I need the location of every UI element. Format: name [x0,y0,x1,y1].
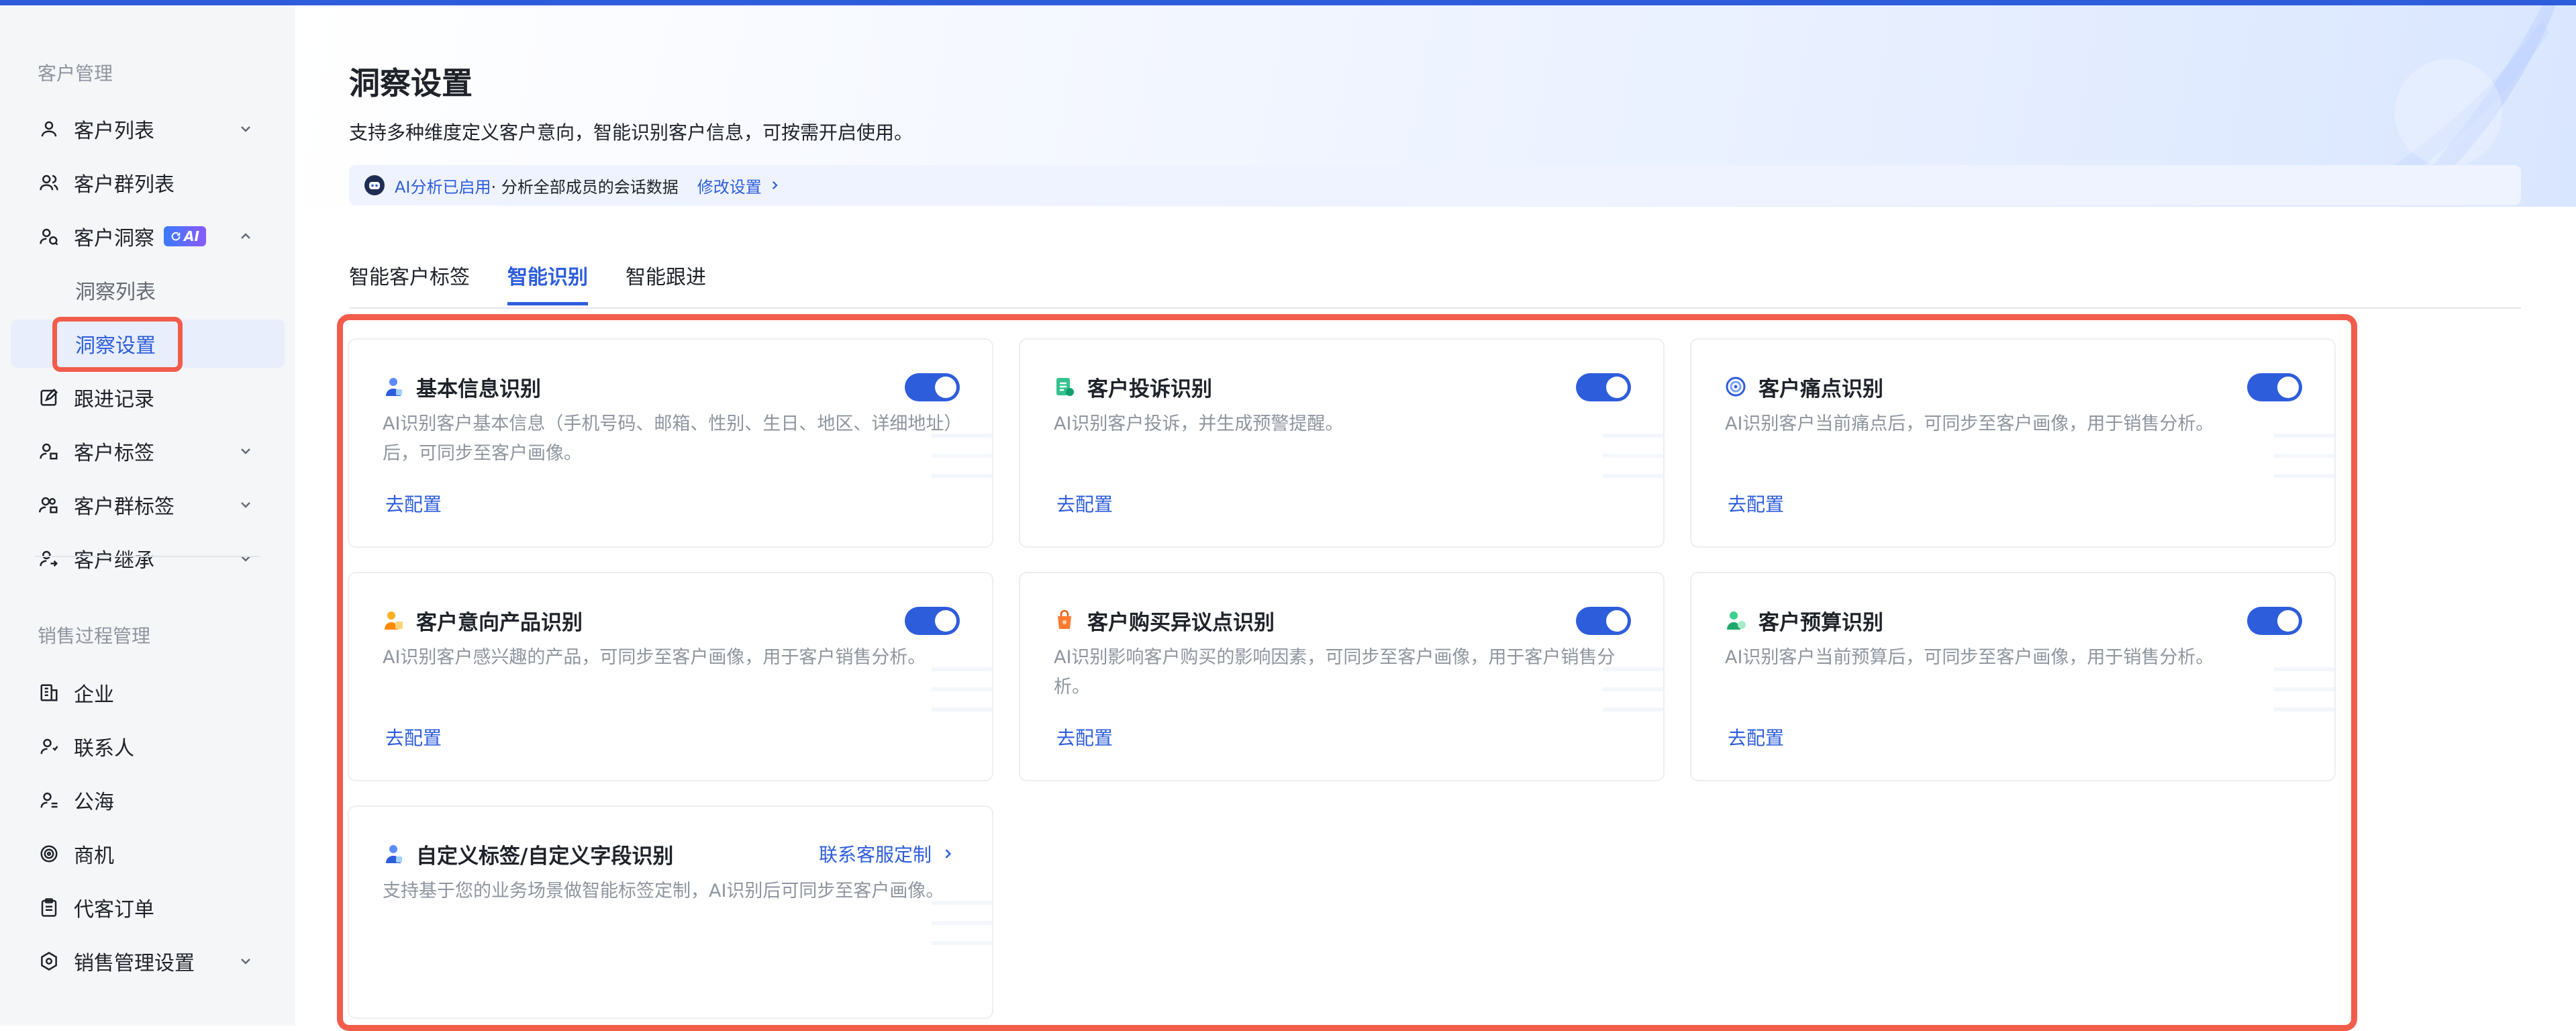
main-content: 洞察设置 支持多种维度定义客户意向，智能识别客户信息，可按需开启使用。 AI分析… [295,5,2576,1031]
target-icon [38,842,60,865]
sidebar-item-contacts[interactable]: 联系人 [27,722,268,771]
page-title: 洞察设置 [349,65,473,101]
ai-badge: AI [164,226,206,246]
group-tag-icon [38,493,60,516]
sidebar-item-enterprise[interactable]: 企业 [27,669,268,717]
sidebar-item-label: 商机 [74,844,114,868]
modify-settings-link[interactable]: 修改设置 [697,174,781,197]
sidebar-item-label: 销售管理设置 [74,952,195,975]
sidebar-item-group-tags[interactable]: 客户群标签 [27,481,268,529]
sidebar-item-label: 客户继承 [74,549,154,573]
highlight-annotation-cards [337,314,2357,1031]
chevron-down-icon [236,952,255,971]
gear-icon [38,950,60,973]
ai-enabled-status: AI分析已启用 [395,177,491,197]
user-icon [38,117,60,140]
sidebar-item-label: 客户标签 [74,442,154,465]
sidebar: 客户管理 客户列表 客户群列表 客户洞察 AI 洞察列表 洞察设置 跟进记录 客… [0,5,295,1026]
inherit-icon [38,547,60,570]
sidebar-item-label: 公海 [74,791,114,814]
tab-smart-follow-up[interactable]: 智能跟进 [626,260,706,302]
user-tag-icon [38,440,60,462]
sidebar-subitem-insight-list[interactable]: 洞察列表 [27,266,283,314]
sidebar-item-label: 客户洞察 [74,227,154,250]
sidebar-item-label: 企业 [74,683,114,707]
sidebar-item-sales-settings[interactable]: 销售管理设置 [27,937,268,985]
refresh-icon [171,232,181,241]
sidebar-section-customer: 客户管理 [38,62,113,85]
top-accent-bar [0,0,2576,5]
sidebar-item-label: 联系人 [74,737,134,760]
chevron-down-icon [236,119,255,138]
sidebar-item-label: 客户列表 [74,119,154,143]
insight-icon [38,225,60,248]
chevron-down-icon [236,549,255,568]
highlight-annotation-sidebar [52,317,183,372]
tab-smart-recognition[interactable]: 智能识别 [507,260,588,305]
sidebar-item-group-list[interactable]: 客户群列表 [27,158,268,207]
tab-smart-customer-tags[interactable]: 智能客户标签 [349,260,470,302]
sidebar-item-label: 代客订单 [74,898,154,922]
chevron-down-icon [236,495,255,514]
sidebar-item-label: 客户群列表 [74,173,175,197]
ai-status-banner: AI分析已启用 · 分析全部成员的会话数据 修改设置 [349,165,2521,205]
tab-bar: 智能客户标签 智能识别 智能跟进 [349,252,2521,309]
sidebar-item-customer-list[interactable]: 客户列表 [27,105,268,153]
sidebar-item-follow-records[interactable]: 跟进记录 [27,373,268,422]
contact-icon [38,735,60,758]
sidebar-item-proxy-orders[interactable]: 代客订单 [27,883,268,932]
ai-bot-icon [364,175,385,195]
page-description: 支持多种维度定义客户意向，智能识别客户信息，可按需开启使用。 [349,121,913,144]
sidebar-item-opportunities[interactable]: 商机 [27,830,268,878]
sidebar-item-public-pool[interactable]: 公海 [27,776,268,824]
clipboard-icon [38,896,60,919]
sidebar-divider [35,556,260,557]
chevron-up-icon [236,227,255,246]
pool-icon [38,789,60,812]
building-icon [38,681,60,704]
users-icon [38,171,60,194]
chevron-down-icon [236,442,255,460]
sidebar-item-label: 跟进记录 [74,388,154,411]
sidebar-item-customer-insight[interactable]: 客户洞察 AI [27,212,268,260]
ai-banner-description: · 分析全部成员的会话数据 [491,177,679,197]
sidebar-item-customer-tags[interactable]: 客户标签 [27,427,268,475]
sidebar-section-sales: 销售过程管理 [38,625,151,647]
sidebar-item-customer-inherit[interactable]: 客户继承 [27,534,268,583]
sidebar-item-label: 客户群标签 [74,495,175,519]
edit-icon [38,386,60,409]
chevron-right-icon [772,181,778,190]
